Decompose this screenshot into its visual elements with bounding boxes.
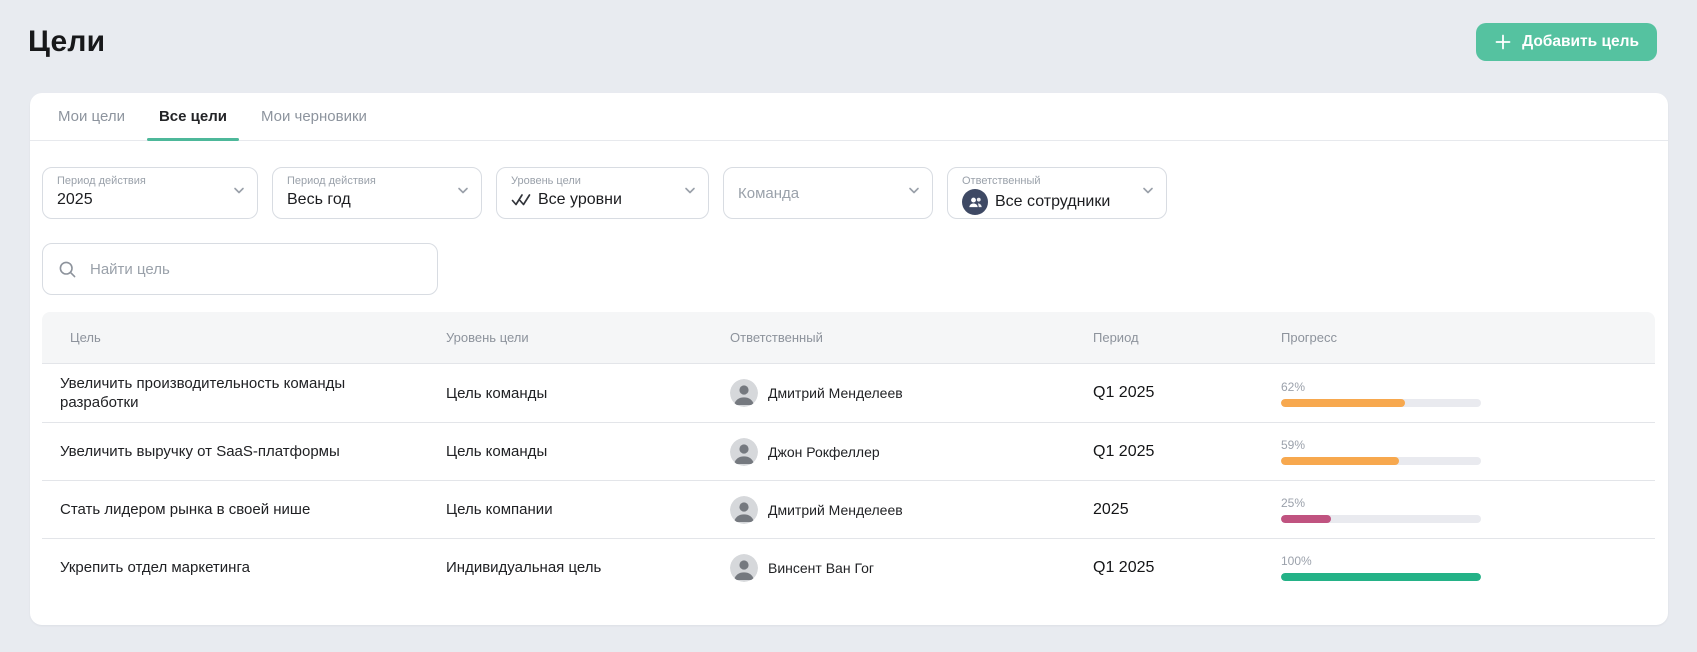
goal-progress: 100% [1263, 554, 1655, 581]
goal-title: Стать лидером рынка в своей нише [42, 500, 372, 519]
goal-period: 2025 [1075, 501, 1263, 519]
goal-level: Цель компании [428, 501, 712, 518]
column-header-period: Период [1075, 330, 1263, 345]
owner-name: Джон Рокфеллер [768, 444, 880, 460]
owner-avatar [730, 496, 758, 524]
progress-fill [1281, 515, 1331, 523]
people-circle-icon [962, 189, 988, 215]
goal-row[interactable]: Укрепить отдел маркетинга Индивидуальная… [42, 538, 1655, 596]
page-title: Цели [28, 25, 105, 59]
filter-placeholder: Команда [738, 185, 799, 202]
filter-value: 2025 [57, 189, 227, 211]
goal-level: Цель команды [428, 385, 712, 402]
search-icon [57, 259, 78, 280]
chevron-down-icon [683, 184, 697, 203]
progress-track [1281, 573, 1481, 581]
goal-title: Укрепить отдел маркетинга [42, 558, 372, 577]
progress-label: 100% [1281, 554, 1655, 568]
goal-search-box[interactable] [42, 243, 438, 295]
goal-level: Индивидуальная цель [428, 559, 712, 576]
progress-label: 62% [1281, 380, 1655, 394]
search-input[interactable] [88, 260, 423, 279]
goal-period: Q1 2025 [1075, 559, 1263, 577]
filter-goal-level[interactable]: Уровень цели Все уровни [496, 167, 709, 219]
top-bar: Цели Добавить цель [0, 0, 1697, 64]
goal-progress: 59% [1263, 438, 1655, 465]
filter-value: Весь год [287, 189, 451, 211]
goal-row[interactable]: Увеличить производительность команды раз… [42, 363, 1655, 422]
tab-my-drafts[interactable]: Мои черновики [249, 93, 379, 140]
tabs-bar: Мои цели Все цели Мои черновики [30, 93, 1668, 141]
column-header-owner: Ответственный [712, 330, 1075, 345]
add-goal-button[interactable]: Добавить цель [1476, 23, 1657, 61]
table-header: Цель Уровень цели Ответственный Период П… [42, 312, 1655, 363]
goal-row[interactable]: Стать лидером рынка в своей нише Цель ко… [42, 480, 1655, 538]
goal-progress: 25% [1263, 496, 1655, 523]
owner-avatar [730, 554, 758, 582]
double-check-icon [511, 193, 531, 207]
owner-avatar [730, 438, 758, 466]
filter-value: Все сотрудники [962, 189, 1136, 215]
column-header-level: Уровень цели [428, 330, 712, 345]
owner-avatar [730, 379, 758, 407]
goal-period: Q1 2025 [1075, 443, 1263, 461]
column-header-goal: Цель [42, 330, 428, 345]
column-header-progress: Прогресс [1263, 330, 1655, 345]
filter-owner[interactable]: Ответственный Все сотрудники [947, 167, 1167, 219]
search-row [42, 243, 1668, 295]
progress-label: 59% [1281, 438, 1655, 452]
filter-label: Уровень цели [511, 175, 678, 188]
owner-name: Дмитрий Менделеев [768, 502, 903, 518]
filter-label: Период действия [57, 175, 227, 188]
filter-label: Ответственный [962, 175, 1136, 188]
chevron-down-icon [1141, 184, 1155, 203]
filter-period-range[interactable]: Период действия Весь год [272, 167, 482, 219]
add-goal-button-label: Добавить цель [1522, 33, 1639, 51]
goal-level: Цель команды [428, 443, 712, 460]
progress-fill [1281, 399, 1405, 407]
filters-row: Период действия 2025 Период действия Вес… [42, 167, 1668, 219]
plus-icon [1494, 33, 1512, 51]
chevron-down-icon [232, 184, 246, 203]
goals-table: Цель Уровень цели Ответственный Период П… [42, 312, 1655, 596]
progress-fill [1281, 573, 1481, 581]
owner-name: Дмитрий Менделеев [768, 385, 903, 401]
tab-my-goals[interactable]: Мои цели [46, 93, 137, 140]
progress-fill [1281, 457, 1399, 465]
goal-title: Увеличить производительность команды раз… [42, 374, 372, 412]
goal-period: Q1 2025 [1075, 384, 1263, 402]
progress-track [1281, 399, 1481, 407]
tab-label: Все цели [159, 108, 227, 125]
filter-label: Период действия [287, 175, 451, 188]
progress-label: 25% [1281, 496, 1655, 510]
filter-team[interactable]: Команда [723, 167, 933, 219]
chevron-down-icon [456, 184, 470, 203]
progress-track [1281, 457, 1481, 465]
goal-progress: 62% [1263, 380, 1655, 407]
progress-track [1281, 515, 1481, 523]
goals-card: Мои цели Все цели Мои черновики Период д… [30, 93, 1668, 625]
goal-title: Увеличить выручку от SaaS-платформы [42, 442, 372, 461]
chevron-down-icon [907, 184, 921, 203]
owner-name: Винсент Ван Гог [768, 560, 874, 576]
filter-period-year[interactable]: Период действия 2025 [42, 167, 258, 219]
tab-label: Мои черновики [261, 108, 367, 125]
tab-all-goals[interactable]: Все цели [147, 93, 239, 140]
goal-row[interactable]: Увеличить выручку от SaaS-платформы Цель… [42, 422, 1655, 480]
tab-label: Мои цели [58, 108, 125, 125]
filter-value: Все уровни [511, 189, 678, 211]
